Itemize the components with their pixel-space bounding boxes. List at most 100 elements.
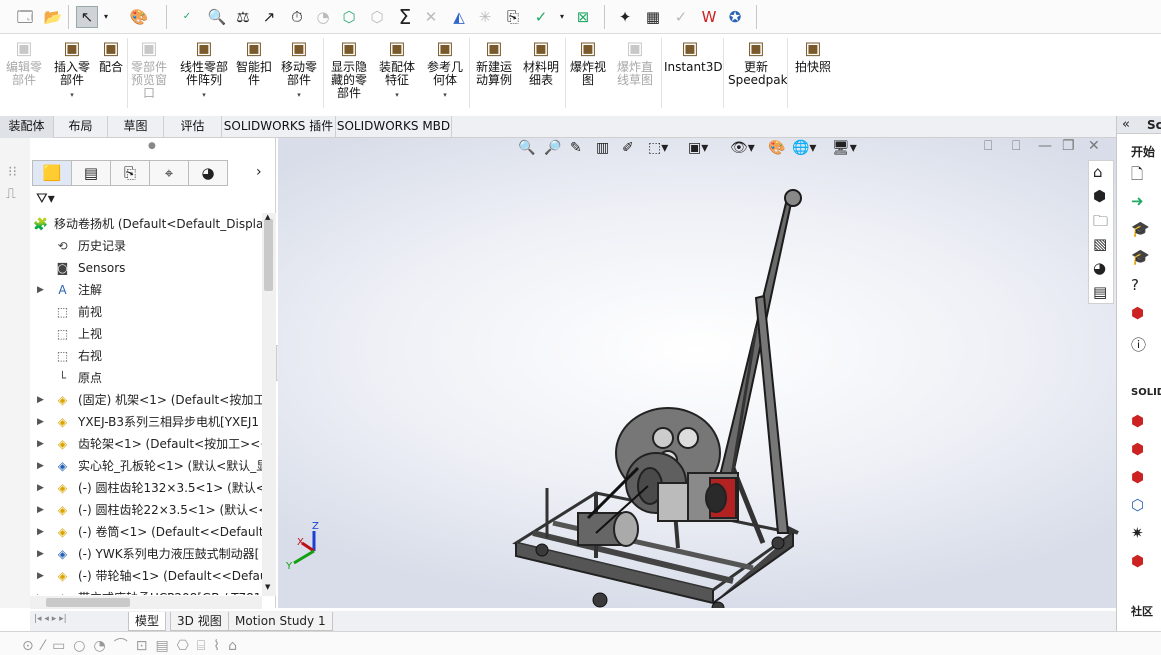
property-manager-tab-icon[interactable]: ▤	[71, 160, 111, 186]
display-icon[interactable]: ✦	[614, 6, 636, 28]
tree-item[interactable]: ▶ ◈ (-) YWK系列电力液压鼓式制动器[	[30, 543, 262, 565]
settings-icon[interactable]: ✪	[724, 6, 746, 28]
help-icon[interactable]: ?	[1131, 276, 1139, 294]
ok-icon[interactable]: ✓	[670, 6, 692, 28]
filter-icon[interactable]: ⛛▾	[36, 191, 55, 207]
tree-root[interactable]: 🧩 移动卷扬机 (Default<Default_Displa	[30, 213, 262, 235]
section-icon[interactable]: ↗	[258, 6, 280, 28]
move-component-button[interactable]: ▣ 移动零 部件 ▾	[278, 38, 320, 102]
expand-icon[interactable]: ▶	[37, 565, 44, 587]
expand-icon[interactable]: ▶	[37, 279, 44, 301]
copy-icon[interactable]: ⎘	[502, 6, 524, 28]
resource-icon-5[interactable]: ✷	[1131, 524, 1144, 542]
show-hidden-button[interactable]: ▣ 显示隐 藏的零 部件	[328, 38, 370, 100]
resource-icon-6[interactable]: ⬢	[1131, 552, 1144, 570]
explode-line-button[interactable]: ▣ 爆炸直 线草图	[614, 38, 656, 87]
dimxpert-tab-icon[interactable]: ⌖	[149, 160, 189, 186]
dropdown-icon[interactable]: ▾	[100, 6, 112, 28]
tab-5[interactable]: SOLIDWORKS MBD	[336, 116, 452, 138]
feature-manager-tab-icon[interactable]: 🟨	[32, 160, 72, 186]
tree-item[interactable]: ▶ ◈ 实心轮_孔板轮<1> (默认<默认_显	[30, 455, 262, 477]
scroll-up-icon[interactable]: ▲	[265, 213, 270, 221]
tree-item[interactable]: ▶ ◈ (-) 带轮轴<1> (Default<<Defaul	[30, 565, 262, 587]
check-mark-icon[interactable]: ✓	[530, 6, 552, 28]
reference-geometry-button[interactable]: ▣ 参考几 何体 ▾	[424, 38, 466, 102]
expand-icon[interactable]: ▶	[37, 543, 44, 565]
menu-icon[interactable]: ▾	[556, 6, 568, 28]
performance-icon[interactable]: ⏱	[286, 6, 308, 28]
instant3d-button[interactable]: ▣ Instant3D	[664, 38, 723, 74]
design-library-icon[interactable]: ⬢	[1093, 187, 1106, 205]
tree-item[interactable]: ▶ ◈ (-) 圆柱齿轮22×3.5<1> (默认<<默	[30, 499, 262, 521]
resource-icon-1[interactable]: ⬢	[1131, 412, 1144, 430]
dropdown-caret-icon[interactable]: ▾	[278, 89, 320, 102]
box-icon[interactable]: ⬡	[338, 6, 360, 28]
tree-item[interactable]: ⬚ 前视	[30, 301, 262, 323]
resource-icon-3[interactable]: ⬢	[1131, 468, 1144, 486]
display-manager-tab-icon[interactable]: ◕	[188, 160, 228, 186]
expand-icon[interactable]: ▶	[37, 499, 44, 521]
tab-0[interactable]: 装配体	[0, 116, 54, 138]
smart-fastener-button[interactable]: ▣ 智能扣 件	[234, 38, 274, 87]
resource-icon-4[interactable]: ⬡	[1131, 496, 1144, 514]
tab-2[interactable]: 草图	[108, 116, 164, 138]
resource-icon-2[interactable]: ⬢	[1131, 440, 1144, 458]
winch-model[interactable]: Z X Y	[278, 138, 1116, 608]
graphics-area[interactable]: 🔍 🔎 ✎ ▥ ✐ ⬚▾ ▣▾ 👁▾ 🎨 🌐▾ 🖥▾ ⎕ ⎕ — ❐ ✕ Z X…	[278, 138, 1116, 608]
expand-icon[interactable]: ▶	[37, 411, 44, 433]
mate-button[interactable]: ▣ 配合	[96, 38, 126, 74]
tree-item[interactable]: ▶ ◈ (固定) 机架<1> (Default<按加工:	[30, 389, 262, 411]
check-icon[interactable]: ⬡	[366, 6, 388, 28]
tree-item[interactable]: ▶ ◈ 带立式座轴承UCP208[GB / T781(	[30, 587, 262, 595]
view-palette-icon[interactable]: ▧	[1093, 235, 1107, 253]
exploded-view-button[interactable]: ▣ 爆炸视 图	[568, 38, 608, 87]
bottom-tab-0[interactable]: 模型	[128, 612, 167, 631]
scroll-down-icon[interactable]: ▼	[265, 583, 270, 591]
solidworks-link-icon[interactable]: ⬢	[1131, 304, 1144, 322]
mass-properties-icon[interactable]: ⚖	[232, 6, 254, 28]
file-explorer-icon[interactable]: 🗀	[1093, 211, 1108, 236]
online-training-icon[interactable]: 🎓	[1131, 248, 1150, 266]
insert-component-button[interactable]: ▣ 插入零 部件 ▾	[54, 38, 90, 102]
tutorials-icon[interactable]: 🎓	[1131, 220, 1150, 238]
dropdown-caret-icon[interactable]: ▾	[424, 89, 466, 102]
add-sheet-icon[interactable]: ⊠	[572, 6, 594, 28]
expand-icon[interactable]: ▶	[37, 389, 44, 411]
tree-item[interactable]: ▶ ◈ 齿轮架<1> (Default<按加工><<	[30, 433, 262, 455]
expand-icon[interactable]: ▶	[37, 477, 44, 499]
home-icon[interactable]: ⌂	[1093, 163, 1103, 181]
dropdown-caret-icon[interactable]: ▾	[178, 89, 230, 102]
dropdown-caret-icon[interactable]: ▾	[376, 89, 418, 102]
open-icon[interactable]: 📂	[42, 6, 64, 28]
dropdown-caret-icon[interactable]: ▾	[54, 89, 90, 102]
collapse-taskpane-icon[interactable]: «	[1122, 117, 1130, 132]
expand-icon[interactable]: ▶	[37, 433, 44, 455]
new-doc-icon[interactable]: 🗔	[14, 6, 36, 28]
palette-icon[interactable]: ▦	[642, 6, 664, 28]
custom-properties-icon[interactable]: ▤	[1093, 283, 1107, 301]
hscroll-thumb[interactable]	[46, 598, 130, 607]
spelling-icon[interactable]: ✓	[176, 6, 198, 28]
bottom-tab-1[interactable]: 3D 视图	[170, 612, 229, 631]
tab-1[interactable]: 布局	[54, 116, 108, 138]
word-icon[interactable]: W	[698, 6, 720, 28]
new-doc-link-icon[interactable]: 🗋	[1131, 164, 1143, 189]
edit-component-button[interactable]: ▣ 编辑零 部件	[4, 38, 44, 87]
open-link-icon[interactable]: ➜	[1131, 192, 1144, 210]
tree-item[interactable]: ▶ ◈ (-) 卷筒<1> (Default<<Default>	[30, 521, 262, 543]
interference-icon[interactable]: ✕	[420, 6, 442, 28]
hide-icon[interactable]: ◔	[312, 6, 334, 28]
expand-icon[interactable]: ▶	[37, 455, 44, 477]
tree-item[interactable]: └ 原点	[30, 367, 262, 389]
chevron-right-icon[interactable]: ›	[256, 164, 262, 180]
assembly-feature-button[interactable]: ▣ 装配体 特征 ▾	[376, 38, 418, 102]
horizontal-scrollbar[interactable]	[30, 596, 262, 609]
tab-3[interactable]: 评估	[164, 116, 222, 138]
tab-4[interactable]: SOLIDWORKS 插件	[222, 116, 336, 138]
select-icon[interactable]: ↖	[76, 6, 98, 28]
measure-icon[interactable]: 🔍	[206, 6, 228, 28]
info-icon[interactable]: ⓘ	[1131, 334, 1146, 355]
bom-button[interactable]: ▣ 材料明 细表	[522, 38, 560, 87]
tree-item[interactable]: ⬚ 右视	[30, 345, 262, 367]
panel-grip-icon[interactable]: ●	[148, 141, 156, 151]
